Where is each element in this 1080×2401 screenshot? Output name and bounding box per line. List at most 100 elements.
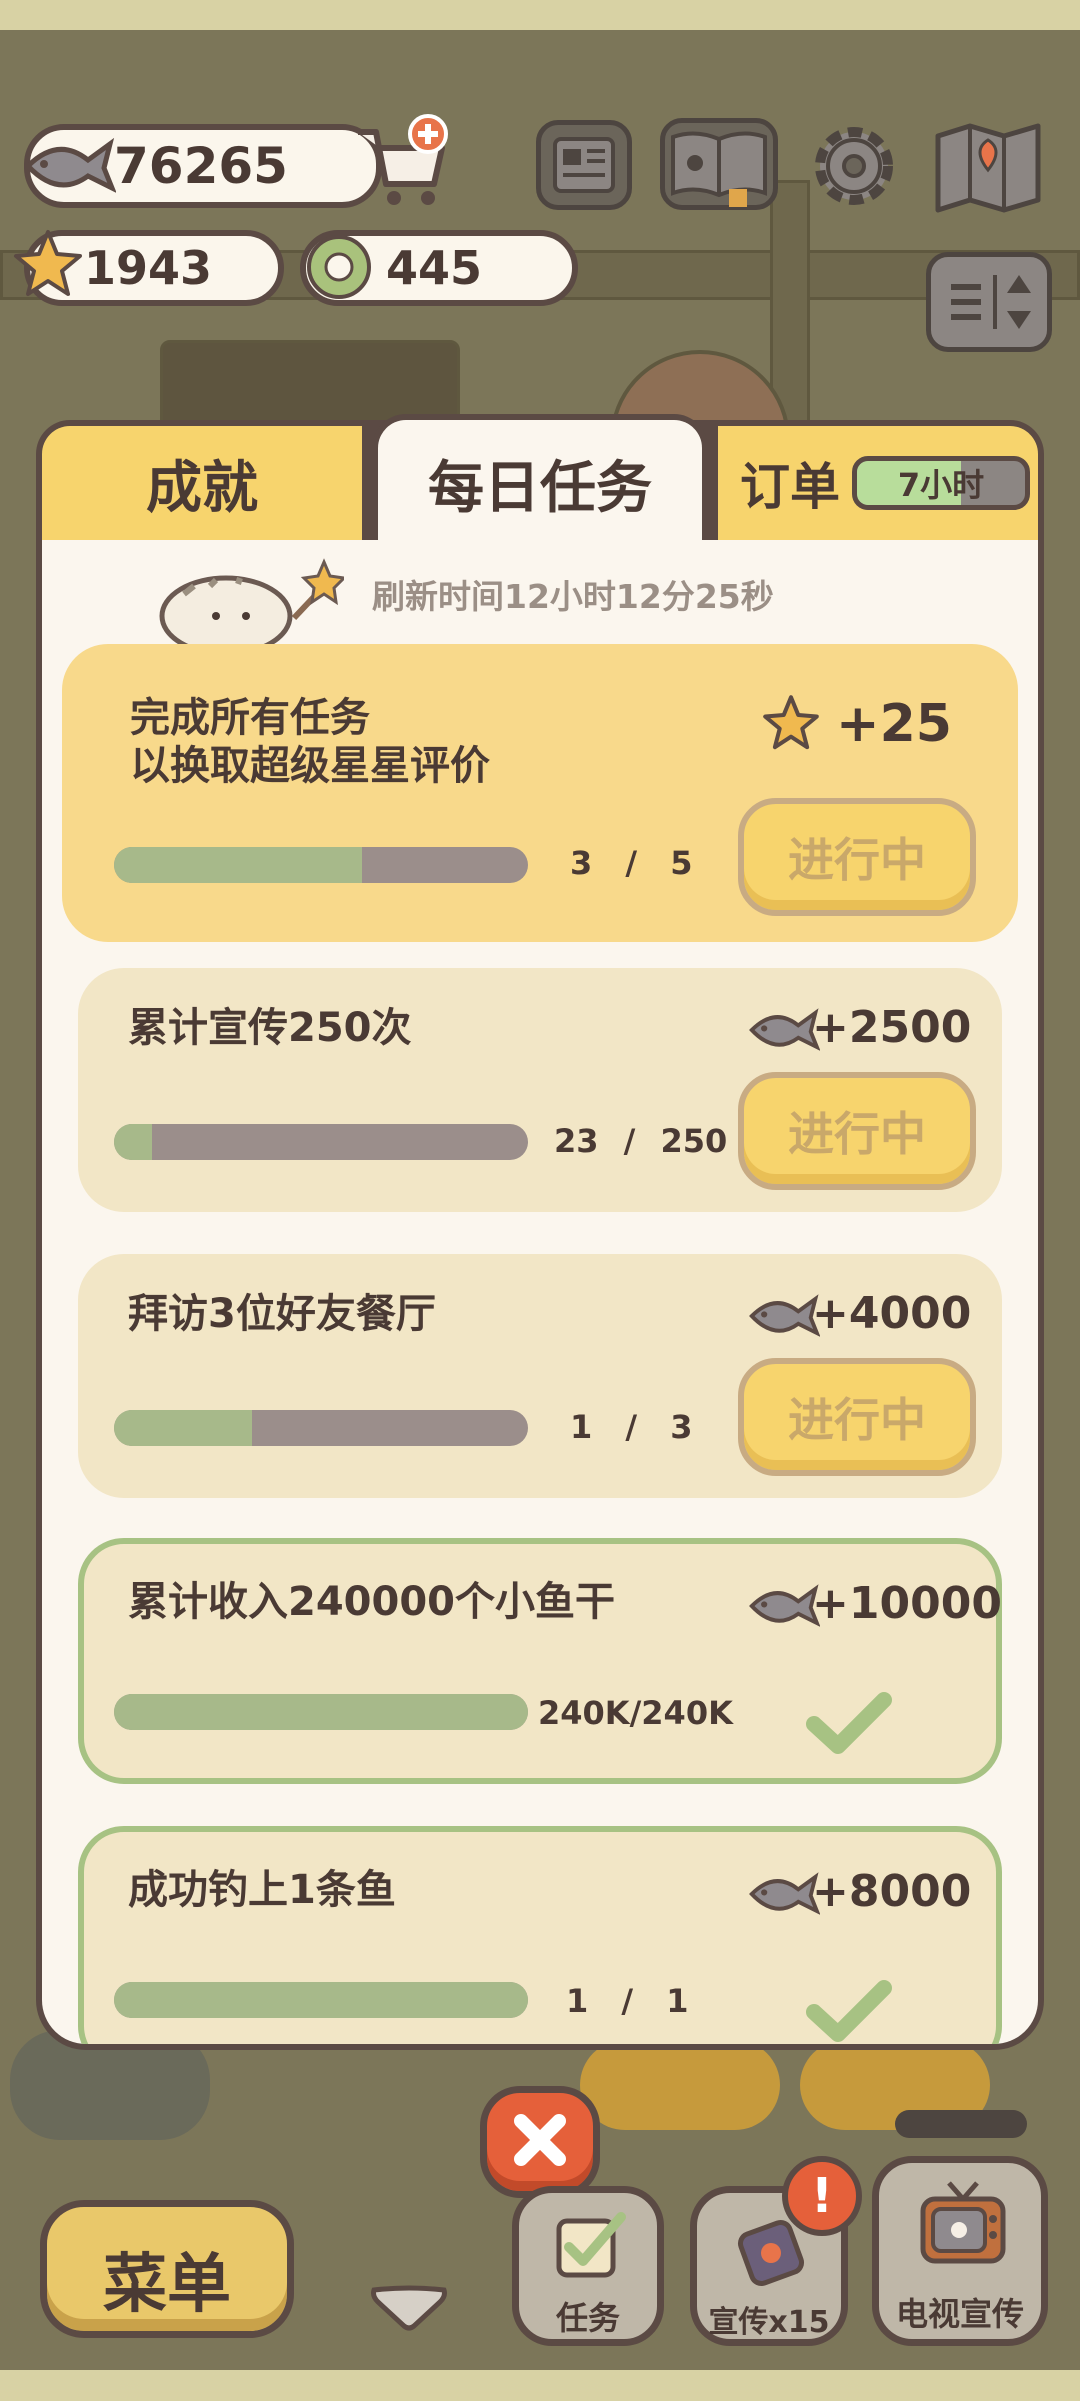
task-title: 累计宣传250次	[128, 1005, 412, 1051]
task-title: 累计收入240000个小鱼干	[128, 1579, 615, 1625]
task-title: 拜访3位好友餐厅	[128, 1291, 436, 1337]
fish-icon	[24, 137, 116, 193]
task-card-income: 累计收入240000个小鱼干 +10000 240K/240K	[78, 1538, 1002, 1784]
layout-toggle-icon	[951, 275, 1031, 329]
task-total: 5	[670, 844, 693, 882]
task-reward: +4000	[812, 1288, 972, 1339]
scroll-indicator	[895, 2110, 1027, 2138]
task-current: 1	[570, 1408, 593, 1446]
count-separator: /	[623, 1122, 636, 1160]
newspaper-button[interactable]	[536, 120, 632, 210]
task-reward: +10000	[812, 1578, 1002, 1629]
coin-currency-value: 445	[386, 241, 483, 295]
task-progress-fill	[114, 1982, 528, 2018]
tab-daily-tasks-label: 每日任务	[428, 455, 652, 521]
task-progress-bar	[114, 1124, 528, 1160]
count-separator: /	[625, 844, 638, 882]
task-total: 1	[666, 1982, 689, 2020]
task-count: 3 / 5	[570, 844, 693, 882]
task-progress-fill	[114, 1124, 153, 1160]
tv-promote-hud-button[interactable]: 电视宣传	[872, 2156, 1048, 2346]
task-progress-bar	[114, 1982, 528, 2018]
tv-icon	[920, 2181, 1006, 2264]
task-current: 23	[554, 1122, 599, 1160]
checklist-icon	[556, 2212, 626, 2278]
tasks-hud-label: 任务	[555, 2299, 620, 2337]
task-status-button[interactable]: 进行中	[738, 798, 976, 916]
fish-icon	[749, 1872, 820, 1915]
star-currency-value: 1943	[84, 241, 213, 295]
task-progress-fill	[114, 847, 363, 883]
task-current: 1	[566, 1982, 589, 2020]
task-title: 完成所有任务 以换取超级星星评价	[130, 695, 490, 789]
task-card-fishing: 成功钓上1条鱼 +8000 1 / 1	[78, 1826, 1002, 2044]
shop-cart-icon	[358, 114, 448, 205]
task-count: 23 / 250	[554, 1122, 727, 1160]
alert-icon: !	[811, 2168, 833, 2224]
task-progress-bar	[114, 1694, 528, 1730]
check-icon	[806, 1692, 892, 1754]
count-separator: /	[621, 1982, 634, 2020]
task-progress-fill	[114, 1410, 252, 1446]
menu-button[interactable]: 菜单	[40, 2200, 294, 2338]
close-icon	[514, 2114, 566, 2166]
task-status-label: 进行中	[788, 1107, 926, 1161]
task-total: 250	[660, 1122, 728, 1160]
catalog-book-icon	[671, 131, 767, 207]
orders-timer-badge: 7小时	[852, 456, 1030, 510]
tasks-panel-body: 刷新时间12小时12分25秒 完成所有任务 以换取超级星星评价 +25 3 / …	[42, 540, 1038, 2044]
task-count: 1 / 3	[570, 1408, 693, 1446]
alert-badge: !	[782, 2156, 862, 2236]
fish-icon	[749, 1008, 820, 1051]
task-progress-fill	[114, 1694, 528, 1730]
star-icon	[14, 230, 82, 296]
settings-button[interactable]	[806, 118, 902, 214]
map-button[interactable]	[932, 116, 1044, 216]
task-card-visit-friends: 拜访3位好友餐厅 +4000 1 / 3 进行中	[78, 1254, 1002, 1498]
check-icon	[806, 1980, 892, 2042]
gear-icon	[815, 127, 893, 205]
tab-achievements[interactable]: 成就	[36, 420, 368, 540]
task-reward: +8000	[812, 1866, 972, 1917]
catalog-book-button[interactable]	[660, 118, 778, 210]
cushion-left	[580, 2040, 780, 2130]
task-card-promote: 累计宣传250次 +2500 23 / 250 进行中	[78, 968, 1002, 1212]
refresh-timer-text: 刷新时间12小时12分25秒	[372, 577, 774, 616]
task-progress-bar	[114, 1410, 528, 1446]
ring-coin-icon	[307, 235, 371, 299]
task-title: 成功钓上1条鱼	[128, 1867, 396, 1913]
fish-icon	[749, 1584, 820, 1627]
fish-icon	[749, 1294, 820, 1337]
star-icon	[763, 695, 819, 750]
map-icon	[935, 123, 1041, 213]
task-count: 240K/240K	[538, 1694, 733, 1732]
task-count: 1 / 1	[566, 1982, 689, 2020]
task-reward: +25	[836, 694, 952, 754]
shop-cart-button[interactable]	[350, 114, 450, 214]
screen-bottom-band	[0, 2370, 1080, 2401]
count-separator: /	[625, 1408, 638, 1446]
task-status-label: 进行中	[788, 833, 926, 887]
orders-timer-text: 7小时	[897, 466, 985, 504]
tv-promote-hud-label: 电视宣传	[895, 2295, 1024, 2333]
task-status-button[interactable]: 进行中	[738, 1358, 976, 1476]
newspaper-icon	[553, 137, 615, 193]
close-button[interactable]	[480, 2086, 600, 2198]
tab-orders-label: 订单	[740, 458, 840, 516]
fish-currency-value: 76265	[114, 137, 288, 195]
chevron-down-icon[interactable]	[364, 2278, 454, 2334]
tab-achievements-label: 成就	[146, 455, 258, 521]
menu-label: 菜单	[103, 2248, 231, 2322]
layout-toggle-button[interactable]	[926, 252, 1052, 352]
tasks-hud-button[interactable]: 任务	[512, 2186, 664, 2346]
task-status-label: 进行中	[788, 1393, 926, 1447]
task-card-all-tasks: 完成所有任务 以换取超级星星评价 +25 3 / 5 进行中	[62, 644, 1018, 942]
task-status-button[interactable]: 进行中	[738, 1072, 976, 1190]
task-progress-bar	[114, 847, 528, 883]
tab-daily-tasks[interactable]: 每日任务	[372, 414, 708, 546]
task-total: 3	[670, 1408, 693, 1446]
task-current: 3	[570, 844, 593, 882]
task-reward: +2500	[812, 1002, 972, 1053]
promote-hud-label: 宣传x15	[708, 2305, 830, 2340]
tab-orders[interactable]: 订单 7小时	[712, 420, 1044, 540]
